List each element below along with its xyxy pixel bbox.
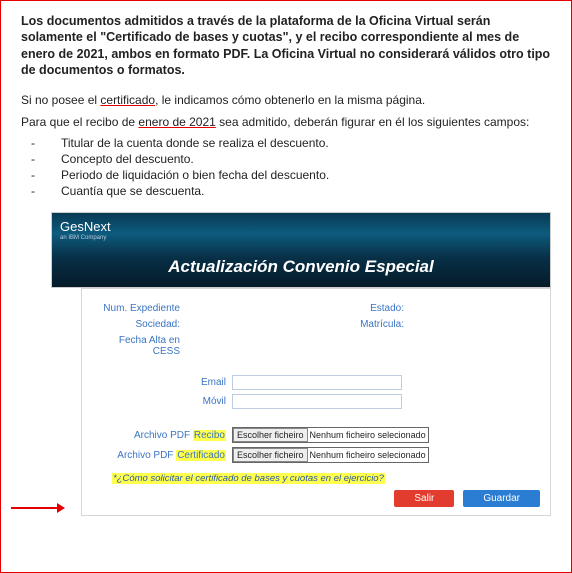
label-estado: Estado:: [316, 303, 412, 315]
file-choose-button[interactable]: Escolher ficheiro: [233, 448, 308, 462]
brand-sub: an IBM Company: [60, 235, 111, 241]
form-panel: Num. Expediente Estado: Sociedad: Matríc…: [81, 288, 551, 516]
red-arrow-annotation: [11, 503, 67, 513]
intro-bold: Los documentos admitidos a través de la …: [21, 13, 551, 78]
list-item: Cuantía que se descuenta.: [31, 184, 551, 198]
intro-p2: Para que el recibo de enero de 2021 sea …: [21, 114, 551, 130]
file-none-text: Nenhum ficheiro selecionado: [310, 450, 426, 460]
label-movil: Móvil: [92, 396, 232, 407]
p1a: Si no posee el: [21, 93, 100, 107]
label-pdf-certificado: Archivo PDF Certificado: [92, 450, 232, 461]
file-choose-button[interactable]: Escolher ficheiro: [233, 428, 308, 442]
p1b: , le indicamos cómo obtenerlo en la mism…: [155, 93, 425, 107]
label-fecha-cess: Fecha Alta en CESS: [92, 335, 188, 357]
button-row: Salir Guardar: [92, 490, 540, 507]
bullet-list: Titular de la cuenta donde se realiza el…: [21, 136, 551, 198]
label-email: Email: [92, 377, 232, 388]
intro-p1: Si no posee el certificado, le indicamos…: [21, 92, 551, 108]
list-item: Periodo de liquidación o bien fecha del …: [31, 168, 551, 182]
certificado-highlight: Certificado: [176, 450, 226, 461]
salir-button[interactable]: Salir: [394, 490, 454, 507]
list-item: Titular de la cuenta donde se realiza el…: [31, 136, 551, 150]
email-field[interactable]: [232, 375, 402, 390]
guardar-button[interactable]: Guardar: [463, 490, 540, 507]
recibo-highlight: Recibo: [193, 430, 226, 441]
p2-underline: enero de 2021: [138, 115, 215, 129]
pdf-prefix: Archivo PDF: [134, 430, 193, 441]
label-pdf-recibo: Archivo PDF Recibo: [92, 430, 232, 441]
pdf-prefix: Archivo PDF: [117, 450, 176, 461]
file-none-text: Nenhum ficheiro selecionado: [310, 430, 426, 440]
p2b: sea admitido, deberán figurar en él los …: [216, 115, 530, 129]
brand-text: GesNext: [60, 219, 111, 234]
page-title: Actualización Convenio Especial: [52, 257, 550, 277]
label-sociedad: Sociedad:: [92, 319, 188, 331]
brand-logo: GesNext an IBM Company: [60, 219, 111, 241]
app-screenshot: GesNext an IBM Company Actualización Con…: [51, 212, 551, 516]
label-num-expediente: Num. Expediente: [92, 303, 188, 315]
p1-underline: certificado: [100, 93, 155, 107]
app-banner: GesNext an IBM Company Actualización Con…: [51, 212, 551, 288]
help-link[interactable]: *¿Cómo solicitar el certificado de bases…: [112, 473, 540, 484]
file-input-recibo[interactable]: Escolher ficheiro Nenhum ficheiro seleci…: [232, 427, 429, 443]
movil-field[interactable]: [232, 394, 402, 409]
help-text: *¿Cómo solicitar el certificado de bases…: [112, 473, 385, 484]
p2a: Para que el recibo de: [21, 115, 138, 129]
file-input-certificado[interactable]: Escolher ficheiro Nenhum ficheiro seleci…: [232, 447, 429, 463]
label-matricula: Matrícula:: [316, 319, 412, 331]
list-item: Concepto del descuento.: [31, 152, 551, 166]
